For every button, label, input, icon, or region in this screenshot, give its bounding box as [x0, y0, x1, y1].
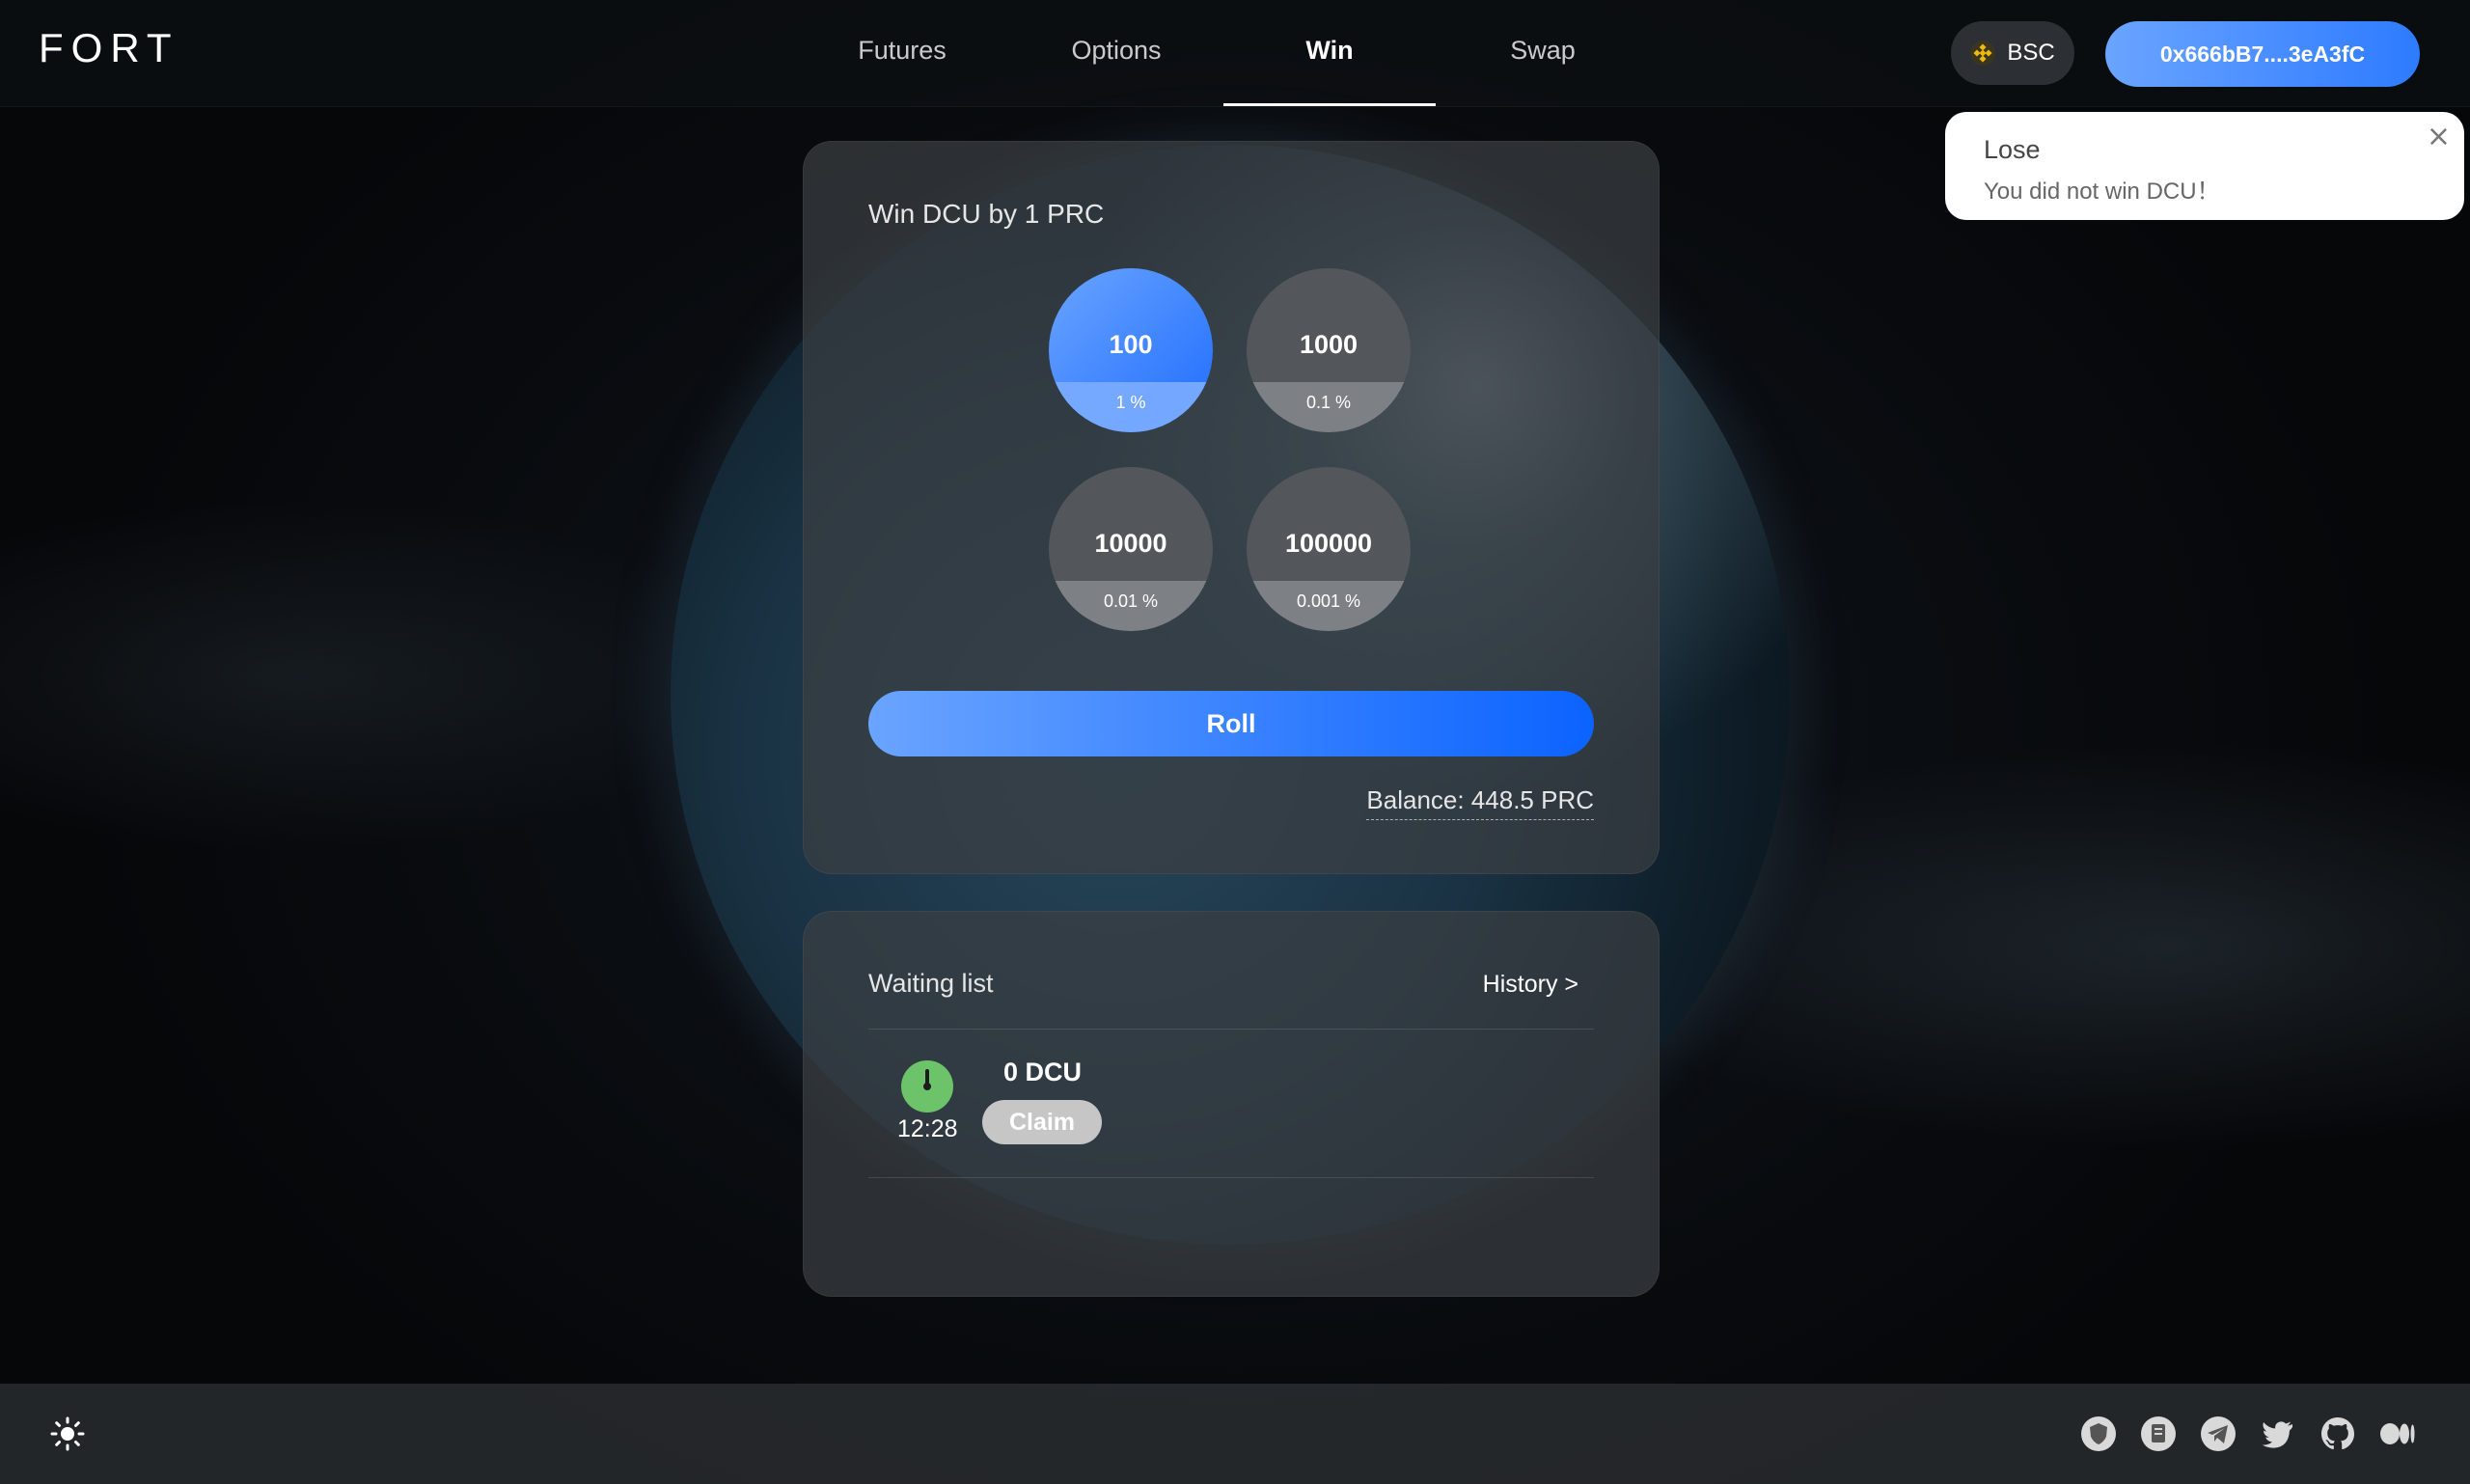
waiting-list-card: Waiting list History > 12:28 0 DCU Claim: [803, 911, 1660, 1297]
network-label: BSC: [2007, 40, 2055, 66]
shield-icon[interactable]: [2079, 1415, 2118, 1453]
claim-button[interactable]: Claim: [982, 1100, 1102, 1144]
notification-title: Lose: [1984, 135, 2041, 164]
twitter-icon[interactable]: [2259, 1415, 2297, 1453]
option-amount: 1000: [1299, 330, 1358, 359]
telegram-icon[interactable]: [2199, 1415, 2237, 1453]
wait-amount: 0 DCU: [1003, 1058, 1083, 1086]
option-percent: 0.001 %: [1247, 581, 1411, 631]
close-icon[interactable]: ×: [2427, 120, 2451, 153]
sun-icon[interactable]: [48, 1415, 87, 1453]
document-icon[interactable]: [2139, 1415, 2178, 1453]
wait-time: 12:28: [897, 1115, 958, 1142]
win-card-title: Win DCU by 1 PRC: [868, 199, 1105, 229]
history-link[interactable]: History >: [1483, 971, 1578, 999]
wallet-address-button[interactable]: 0x666bB7....3eA3fC: [2105, 21, 2420, 87]
roll-button[interactable]: Roll: [868, 691, 1594, 756]
result-notification: Lose You did not win DCU！ ×: [1945, 112, 2464, 220]
balance-text[interactable]: Balance: 448.5 PRC: [1366, 785, 1594, 820]
option-amount: 100000: [1284, 529, 1373, 558]
fort-logo[interactable]: FORT: [39, 25, 179, 71]
option-percent: 1 %: [1049, 382, 1213, 432]
divider: [868, 1177, 1594, 1178]
tab-options[interactable]: Options: [1010, 0, 1222, 106]
tab-futures[interactable]: Futures: [796, 0, 1008, 106]
bnb-icon: [1970, 41, 1996, 66]
medium-icon[interactable]: [2378, 1415, 2417, 1453]
option-1000[interactable]: 1000 0.1 %: [1247, 268, 1411, 432]
option-amount: 100: [1109, 330, 1153, 359]
network-selector-button[interactable]: BSC: [1951, 21, 2074, 85]
tab-win[interactable]: Win: [1223, 0, 1436, 106]
win-card: Win DCU by 1 PRC 100 1 % 1000 0.1 % 1000…: [803, 141, 1660, 874]
footer-bar: [0, 1384, 2470, 1484]
divider: [868, 1029, 1594, 1030]
waiting-list-title: Waiting list: [868, 969, 994, 998]
tab-swap[interactable]: Swap: [1437, 0, 1649, 106]
option-100[interactable]: 100 1 %: [1049, 268, 1213, 432]
top-nav-bar: FORT Futures Options Win Swap BSC 0x666b…: [0, 0, 2470, 107]
option-10000[interactable]: 10000 0.01 %: [1049, 467, 1213, 631]
option-percent: 0.01 %: [1049, 581, 1213, 631]
option-amount: 10000: [1094, 529, 1167, 558]
clock-icon: [901, 1060, 953, 1113]
github-icon[interactable]: [2319, 1415, 2357, 1453]
notification-message: You did not win DCU！: [1984, 179, 2220, 205]
option-percent: 0.1 %: [1247, 382, 1411, 432]
option-100000[interactable]: 100000 0.001 %: [1247, 467, 1411, 631]
